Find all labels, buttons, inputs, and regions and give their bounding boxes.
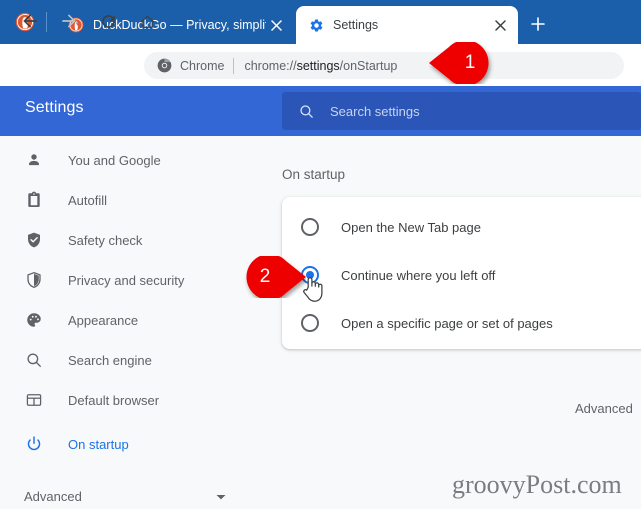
browser-window-icon xyxy=(24,390,44,410)
search-icon xyxy=(24,350,44,370)
radio-new-tab-page[interactable] xyxy=(301,218,319,236)
radio-label: Open the New Tab page xyxy=(341,219,481,235)
forward-arrow-icon xyxy=(62,14,76,28)
reload-button[interactable] xyxy=(96,9,120,33)
reload-icon xyxy=(101,14,115,28)
home-button[interactable] xyxy=(135,9,159,33)
home-icon xyxy=(140,15,154,28)
power-icon xyxy=(24,434,44,454)
sidebar-item-search-engine[interactable]: Search engine xyxy=(0,340,270,380)
tab-separator xyxy=(46,12,47,32)
sidebar-item-default-browser[interactable]: Default browser xyxy=(0,380,270,420)
back-arrow-icon xyxy=(23,14,37,28)
chrome-logo-icon xyxy=(156,58,172,74)
tab-settings[interactable]: Settings xyxy=(296,6,518,44)
sidebar-item-label: Appearance xyxy=(68,312,139,328)
radio-label: Open a specific page or set of pages xyxy=(341,315,553,331)
pointing-hand-cursor xyxy=(301,275,325,303)
on-startup-options-card: Open the New Tab page Continue where you… xyxy=(282,197,641,349)
callout-number: 1 xyxy=(464,52,476,73)
page-title: Settings xyxy=(25,99,84,116)
search-icon xyxy=(296,101,316,121)
new-tab-button[interactable] xyxy=(527,13,549,35)
sidebar-item-privacy-and-security[interactable]: Privacy and security xyxy=(0,260,270,300)
radio-specific-pages[interactable] xyxy=(301,314,319,332)
search-input[interactable]: Search settings xyxy=(282,92,641,130)
url-path: /onStartup xyxy=(339,58,398,73)
sidebar-item-on-startup[interactable]: On startup xyxy=(0,424,270,464)
callout-number: 2 xyxy=(259,266,271,287)
radio-row-specific-pages[interactable]: Open a specific page or set of pages xyxy=(282,299,641,347)
tab-duckduckgo[interactable]: DuckDuckGo — Privacy, simplifie xyxy=(56,6,294,44)
section-title-on-startup: On startup xyxy=(282,167,346,182)
sidebar-item-label: Search engine xyxy=(68,352,152,368)
sidebar-advanced-label: Advanced xyxy=(24,488,82,504)
settings-body: You and Google Autofill Safety check Pri… xyxy=(0,136,641,509)
browser-window: DuckDuckGo — Privacy, simplifie Settings xyxy=(0,0,641,509)
sidebar-advanced-expander[interactable]: Advanced xyxy=(0,476,270,509)
search-placeholder: Search settings xyxy=(330,103,420,119)
sidebar-item-label: Privacy and security xyxy=(68,272,185,288)
sidebar-item-label: Default browser xyxy=(68,392,160,408)
settings-sidebar: You and Google Autofill Safety check Pri… xyxy=(0,136,270,509)
callout-badge-1: 1 xyxy=(429,42,497,84)
back-button[interactable] xyxy=(18,9,42,33)
address-bar-url: chrome://settings/onStartup xyxy=(244,59,397,73)
person-icon xyxy=(24,150,44,170)
callout-badge-2: 2 xyxy=(238,256,306,298)
settings-main-content: On startup Open the New Tab page Continu… xyxy=(270,136,641,509)
forward-button[interactable] xyxy=(57,9,81,33)
gear-icon xyxy=(308,17,324,33)
sidebar-item-you-and-google[interactable]: You and Google xyxy=(0,140,270,180)
omnibox-divider xyxy=(233,57,235,74)
tab-title-settings: Settings xyxy=(333,18,379,32)
radio-row-continue-where-left-off[interactable]: Continue where you left off xyxy=(282,251,641,299)
sidebar-item-safety-check[interactable]: Safety check xyxy=(0,220,270,260)
sidebar-item-label: Safety check xyxy=(68,232,143,248)
radio-label: Continue where you left off xyxy=(341,267,496,283)
palette-icon xyxy=(24,310,44,330)
sidebar-item-label: On startup xyxy=(68,436,129,452)
advanced-link[interactable]: Advanced xyxy=(575,401,633,416)
sidebar-item-label: Autofill xyxy=(68,192,108,208)
clipboard-icon xyxy=(24,190,44,210)
plus-icon xyxy=(531,17,545,31)
radio-row-new-tab-page[interactable]: Open the New Tab page xyxy=(282,203,641,251)
close-icon[interactable] xyxy=(490,15,510,35)
sidebar-item-label: You and Google xyxy=(68,152,161,168)
shield-half-icon xyxy=(24,270,44,290)
sidebar-item-autofill[interactable]: Autofill xyxy=(0,180,270,220)
close-icon[interactable] xyxy=(266,15,286,35)
url-prefix: chrome:// xyxy=(244,58,297,73)
address-bar[interactable]: Chrome chrome://settings/onStartup xyxy=(144,52,624,79)
security-chip-label: Chrome xyxy=(180,58,225,73)
watermark: groovyPost.com xyxy=(452,470,622,499)
url-domain: settings xyxy=(296,58,340,73)
sidebar-item-appearance[interactable]: Appearance xyxy=(0,300,270,340)
shield-check-icon xyxy=(24,230,44,250)
chevron-down-icon xyxy=(215,491,227,503)
